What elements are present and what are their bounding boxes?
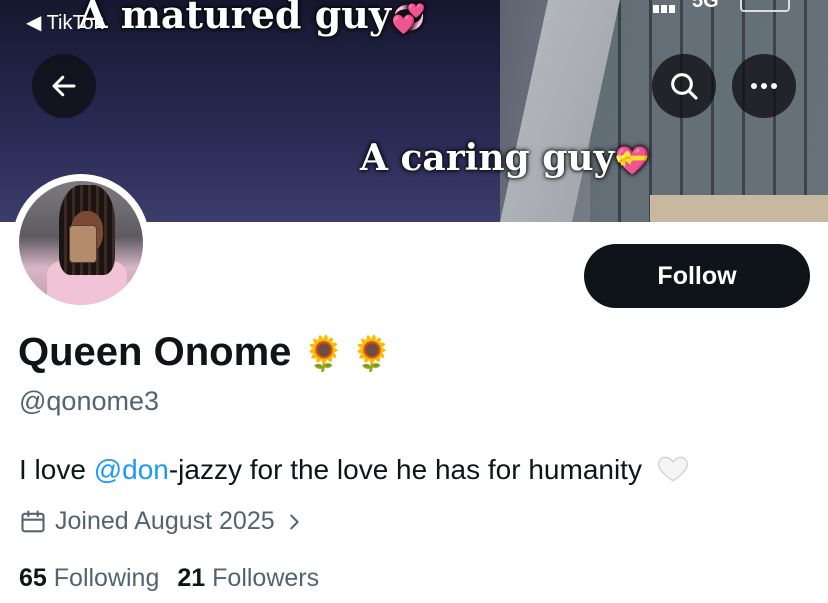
heart-gift-icon: 💝 — [614, 144, 650, 177]
chevron-right-icon — [289, 514, 299, 529]
mention-link[interactable]: @don — [94, 454, 169, 485]
bio-suffix: -jazzy for the love he has for humanity — [168, 454, 642, 485]
display-name: Queen Onome 🌻🌻 — [18, 330, 399, 375]
battery-icon — [740, 0, 790, 12]
arrow-left-icon — [52, 75, 76, 97]
following-count: 65 — [19, 564, 47, 592]
following-label: Following — [53, 564, 160, 592]
white-heart-icon — [657, 456, 688, 482]
bio: I love @don-jazzy for the love he has fo… — [19, 451, 690, 486]
status-bar: ◀ TikTok 5G — [0, 0, 828, 40]
avatar[interactable] — [12, 174, 150, 312]
bio-prefix: I love — [19, 454, 94, 485]
following-link[interactable]: 65 Following — [19, 564, 159, 592]
back-button[interactable] — [32, 54, 96, 118]
more-options-button[interactable] — [732, 54, 796, 118]
banner-caption-bottom: A caring guy💝 — [360, 137, 649, 179]
followers-link[interactable]: 21 Followers — [177, 564, 319, 592]
building-floor — [650, 195, 828, 222]
joined-date-link[interactable]: Joined August 2025 — [19, 507, 313, 536]
back-to-app-link[interactable]: ◀ TikTok — [26, 10, 104, 35]
follow-button[interactable]: Follow — [584, 244, 810, 308]
sunflower-icon: 🌻🌻 — [302, 335, 400, 373]
display-name-text: Queen Onome — [18, 330, 292, 374]
signal-icon — [653, 0, 683, 13]
search-icon — [671, 73, 698, 100]
follow-stats: 65 Following 21 Followers — [19, 564, 319, 593]
network-label: 5G — [692, 0, 719, 12]
calendar-icon — [21, 509, 45, 532]
user-handle: @qonome3 — [19, 386, 159, 416]
more-horizontal-icon — [751, 83, 777, 89]
avatar-image — [19, 181, 143, 305]
banner-caption-bottom-text: A caring guy — [360, 137, 615, 179]
avatar-phone — [69, 225, 97, 263]
followers-count: 21 — [177, 564, 206, 592]
joined-text: Joined August 2025 — [55, 507, 275, 535]
search-button[interactable] — [652, 54, 716, 118]
followers-label: Followers — [212, 564, 320, 592]
